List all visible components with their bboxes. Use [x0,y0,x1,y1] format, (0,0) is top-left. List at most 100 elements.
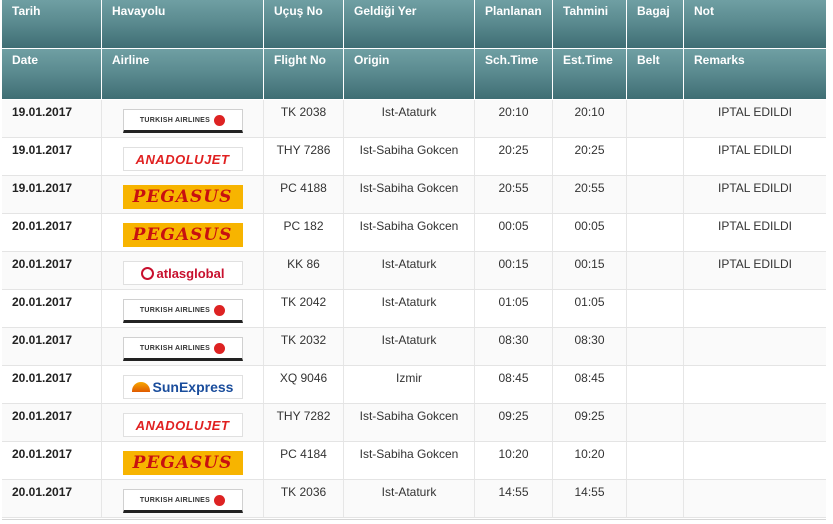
date-cell: 19.01.2017 [2,138,102,175]
header-sch-en: Sch.Time [475,49,553,99]
flight-no-cell: THY 7282 [264,404,344,441]
est-time-cell: 20:25 [553,138,627,175]
airline-logo-text: ANADOLUJET [135,417,230,433]
header-remarks-en: Remarks [684,49,826,99]
table-row: 19.01.2017 PEGASUS PC 4188 Ist-Sabiha Gokce… [2,176,826,214]
sch-time-cell: 08:30 [475,328,553,365]
origin-cell: Ist-Sabiha Gokcen [344,404,475,441]
sch-time-cell: 14:55 [475,480,553,517]
flight-no-cell: XQ 9046 [264,366,344,403]
date-cell: 20.01.2017 [2,366,102,403]
sch-time-cell: 20:25 [475,138,553,175]
est-time-cell: 20:55 [553,176,627,213]
sch-time-cell: 00:05 [475,214,553,251]
remarks-cell [684,442,826,479]
flight-no-cell: THY 7286 [264,138,344,175]
header-airline-en: Airline [102,49,264,99]
est-time-cell: 14:55 [553,480,627,517]
header-date-tr: Tarih [2,0,102,48]
belt-cell [627,252,684,289]
remarks-cell [684,328,826,365]
est-time-cell: 10:20 [553,442,627,479]
anadolujet-logo: ANADOLUJET [122,147,243,171]
origin-cell: Ist-Sabiha Gokcen [344,442,475,479]
belt-cell [627,290,684,327]
est-time-cell: 09:25 [553,404,627,441]
header-sch-tr: Planlanan [475,0,553,48]
est-time-cell: 20:10 [553,100,627,137]
airline-cell: atlasglobal [102,252,264,289]
pegasus-logo: PEGASUS [122,185,243,209]
table-row: 20.01.2017 TURKISH AIRLINES TK 2036 Ist-Ata… [2,480,826,518]
airline-cell: PEGASUS [102,214,264,251]
belt-cell [627,138,684,175]
flight-no-cell: KK 86 [264,252,344,289]
remarks-cell: IPTAL EDILDI [717,257,793,271]
turkish-airlines-logo: TURKISH AIRLINES [122,299,243,323]
flight-no-cell: TK 2038 [264,100,344,137]
sch-time-cell: 20:10 [475,100,553,137]
origin-cell: Ist-Sabiha Gokcen [344,176,475,213]
belt-cell [627,100,684,137]
flight-no-cell: PC 4188 [264,176,344,213]
airline-cell: ANADOLUJET [102,138,264,175]
sch-time-cell: 20:55 [475,176,553,213]
airline-cell: PEGASUS [102,176,264,213]
airline-cell: PEGASUS [102,442,264,479]
header-est-en: Est.Time [553,49,627,99]
header-origin-en: Origin [344,49,475,99]
belt-cell [627,214,684,251]
airline-logo-text: TURKISH AIRLINES [139,496,211,504]
turkish-airlines-logo: TURKISH AIRLINES [122,337,243,361]
date-cell: 20.01.2017 [2,214,102,251]
belt-cell [627,442,684,479]
sch-time-cell: 08:45 [475,366,553,403]
sunexpress-logo: SunExpress [122,375,243,399]
airline-logo-text: TURKISH AIRLINES [139,116,211,124]
remarks-cell: IPTAL EDILDI [717,219,793,233]
pegasus-logo: PEGASUS [122,451,243,475]
date-cell: 19.01.2017 [2,176,102,213]
remarks-cell [684,404,826,441]
airline-cell: TURKISH AIRLINES [102,480,264,517]
table-row: 19.01.2017 TURKISH AIRLINES TK 2038 Ist-Ata… [2,100,826,138]
flight-no-cell: PC 4184 [264,442,344,479]
table-row: 20.01.2017 TURKISH AIRLINES TK 2042 Ist-Ata… [2,290,826,328]
airline-logo-text: TURKISH AIRLINES [139,306,211,314]
date-cell: 20.01.2017 [2,442,102,479]
belt-cell [627,404,684,441]
sch-time-cell: 10:20 [475,442,553,479]
date-cell: 20.01.2017 [2,404,102,441]
thy-bird-icon [214,494,226,506]
table-row: 20.01.2017 atlasglobal KK 86 Ist-Ataturk 00:… [2,252,826,290]
est-time-cell: 01:05 [553,290,627,327]
sch-time-cell: 00:15 [475,252,553,289]
header-remarks-tr: Not [684,0,826,48]
airline-logo-text: SunExpress [152,379,234,395]
origin-cell: Ist-Sabiha Gokcen [344,138,475,175]
anadolujet-logo: ANADOLUJET [122,413,243,437]
airline-cell: TURKISH AIRLINES [102,290,264,327]
remarks-cell: IPTAL EDILDI [717,143,793,157]
origin-cell: Ist-Ataturk [344,252,475,289]
table-row: 20.01.2017 PEGASUS PC 4184 Ist-Sabiha Gokce… [2,442,826,480]
thy-bird-icon [214,304,226,316]
airline-cell: SunExpress [102,366,264,403]
airline-logo-text: TURKISH AIRLINES [139,344,211,352]
airline-cell: TURKISH AIRLINES [102,328,264,365]
airline-cell: ANADOLUJET [102,404,264,441]
table-row: 20.01.2017 PEGASUS PC 182 Ist-Sabiha Gokcen… [2,214,826,252]
date-cell: 20.01.2017 [2,252,102,289]
table-bottom-divider [2,519,826,520]
flight-no-cell: PC 182 [264,214,344,251]
table-row: 20.01.2017 ANADOLUJET THY 7282 Ist-Sabiha G… [2,404,826,442]
remarks-cell [684,290,826,327]
atlasglobal-logo: atlasglobal [122,261,243,285]
airline-logo-text: PEGASUS [132,187,233,207]
origin-cell: Ist-Ataturk [344,328,475,365]
origin-cell: Izmir [344,366,475,403]
turkish-airlines-logo: TURKISH AIRLINES [122,109,243,133]
header-flight-en: Flight No [264,49,344,99]
origin-cell: Ist-Ataturk [344,480,475,517]
sch-time-cell: 09:25 [475,404,553,441]
